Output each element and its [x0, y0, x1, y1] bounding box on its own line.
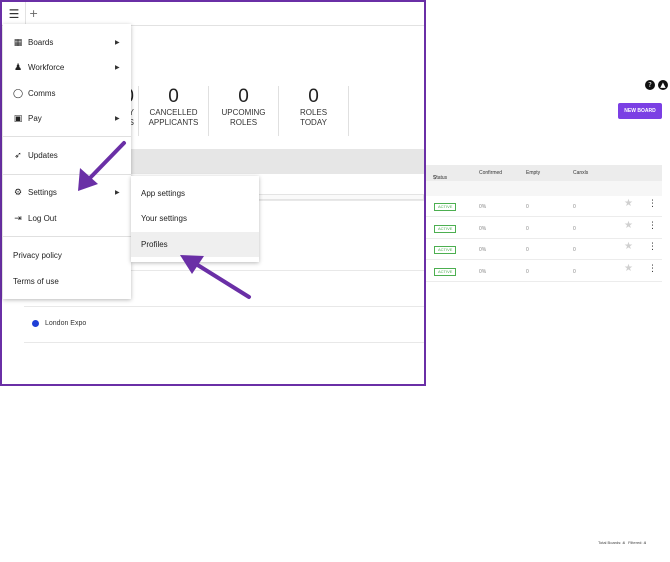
annotation-arrow-profiles	[180, 255, 251, 299]
annotation-arrows	[78, 141, 251, 299]
annotation-arrow-settings	[78, 141, 126, 191]
screenshot-stage: ? ▲ NEW BOARD Status ▽ Confirmed Empty C…	[0, 0, 670, 562]
